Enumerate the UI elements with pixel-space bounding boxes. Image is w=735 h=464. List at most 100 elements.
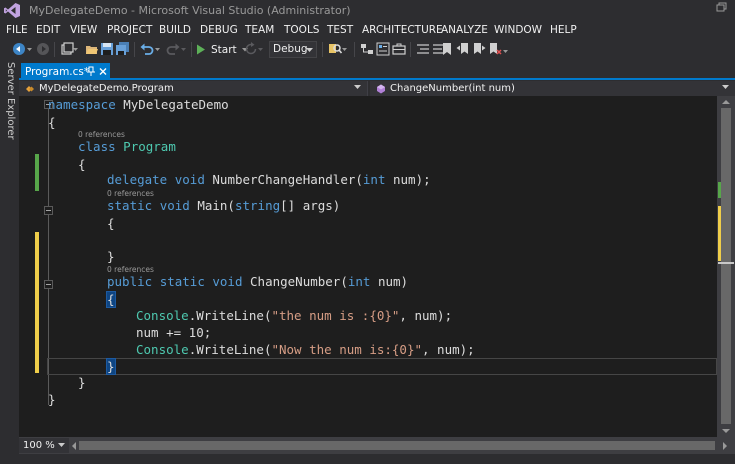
standard-toolbar: Start Debug	[0, 39, 735, 60]
collapse-main-toggle[interactable]	[44, 206, 53, 215]
class-icon	[26, 85, 34, 92]
scroll-left-icon[interactable]	[71, 442, 77, 450]
menu-architecture[interactable]: ARCHITECTURE	[362, 24, 443, 36]
chevron-down-icon	[58, 443, 65, 447]
redo-icon[interactable]	[166, 42, 180, 56]
refresh-icon[interactable]	[244, 42, 258, 56]
server-explorer-tab[interactable]: Server Explorer	[2, 62, 16, 142]
chevron-down-icon	[354, 85, 361, 89]
menu-project[interactable]: PROJECT	[107, 24, 152, 36]
code-line-6: static void Main(string[] args)	[107, 198, 341, 213]
member-scope-dropdown[interactable]: ChangeNumber(int num)	[370, 81, 735, 96]
code-line-12: num += 10;	[136, 325, 212, 340]
menu-file[interactable]: FILE	[6, 24, 28, 36]
codelens-references[interactable]: 0 references	[78, 130, 125, 139]
scroll-change-marker	[718, 182, 721, 198]
object-browser-icon[interactable]	[376, 42, 390, 56]
menu-window[interactable]: WINDOW	[494, 24, 542, 36]
code-line-8: }	[107, 249, 115, 264]
solution-configuration-dropdown[interactable]: Debug	[269, 41, 317, 58]
menu-bar: FILE EDIT VIEW PROJECT BUILD DEBUG TEAM …	[0, 21, 735, 39]
code-line-5: delegate void NumberChangeHandler(int nu…	[107, 172, 431, 187]
toggle-bookmark-icon[interactable]	[440, 42, 454, 56]
previous-bookmark-icon[interactable]	[456, 42, 470, 56]
pin-tab-icon[interactable]	[86, 66, 96, 77]
chevron-down-icon	[722, 85, 729, 89]
scroll-up-icon[interactable]	[722, 99, 730, 105]
menu-help[interactable]: HELP	[550, 24, 577, 36]
window-title: MyDelegateDemo - Microsoft Visual Studio…	[29, 4, 351, 17]
code-line-9: public static void ChangeNumber(int num)	[107, 274, 409, 289]
vertical-scroll-thumb[interactable]	[721, 108, 731, 424]
member-scope-value: ChangeNumber(int num)	[390, 83, 515, 94]
code-line-13: Console.WriteLine("Now the num is:{0}", …	[136, 342, 475, 357]
close-tab-icon[interactable]	[98, 66, 108, 77]
menu-test[interactable]: TEST	[327, 24, 353, 36]
menu-debug[interactable]: DEBUG	[200, 24, 238, 36]
find-in-files-icon[interactable]	[328, 42, 342, 56]
refresh-dropdown-icon[interactable]	[258, 42, 264, 56]
tab-label: Program.cs*	[25, 65, 90, 78]
zoom-value: 100 %	[23, 440, 55, 451]
tab-program-cs[interactable]: Program.cs*	[21, 63, 110, 80]
new-project-dropdown-icon[interactable]	[73, 42, 79, 56]
chevron-down-icon	[306, 48, 313, 52]
new-project-icon[interactable]	[60, 42, 74, 56]
document-tab-well: Program.cs*	[19, 60, 735, 80]
zoom-level-dropdown[interactable]: 100 %	[19, 438, 69, 453]
toolbar-separator	[191, 42, 192, 57]
start-debugging-button[interactable]: Start	[196, 41, 249, 58]
menu-team[interactable]: TEAM	[245, 24, 274, 36]
undo-dropdown-icon[interactable]	[155, 42, 161, 56]
undo-icon[interactable]	[140, 42, 154, 56]
navigate-forward-icon[interactable]	[36, 42, 50, 56]
vertical-scrollbar[interactable]	[717, 96, 735, 437]
scroll-change-marker	[718, 206, 721, 261]
class-view-icon[interactable]	[360, 42, 374, 56]
code-line-7: {	[107, 216, 115, 231]
visual-studio-logo-icon	[4, 3, 20, 18]
code-line-10: {	[106, 291, 116, 308]
next-bookmark-icon[interactable]	[472, 42, 486, 56]
code-line-15: }	[78, 375, 86, 390]
current-line-highlight	[47, 358, 717, 375]
restore-window-icon[interactable]	[712, 2, 728, 16]
code-line-1: namespace MyDelegateDemo	[48, 97, 229, 112]
menu-view[interactable]: VIEW	[70, 24, 97, 36]
toolbar-separator	[410, 42, 411, 57]
menu-tools[interactable]: TOOLS	[284, 24, 319, 36]
save-all-icon[interactable]	[116, 42, 130, 56]
toolbar-options-icon[interactable]	[503, 42, 509, 56]
navigation-bar: MyDelegateDemo.Program ChangeNumber(int …	[19, 81, 735, 96]
class-scope-value: MyDelegateDemo.Program	[39, 83, 174, 94]
back-dropdown-icon[interactable]	[27, 42, 33, 56]
scroll-right-icon[interactable]	[722, 442, 728, 450]
menu-build[interactable]: BUILD	[159, 24, 191, 36]
horizontal-scroll-thumb[interactable]	[79, 441, 715, 450]
find-dropdown-icon[interactable]	[342, 42, 348, 56]
codelens-references[interactable]: 0 references	[107, 265, 154, 274]
redo-dropdown-icon[interactable]	[181, 42, 187, 56]
class-scope-dropdown[interactable]: MyDelegateDemo.Program	[19, 81, 368, 96]
collapse-changenumber-toggle[interactable]	[44, 280, 53, 289]
method-icon	[377, 84, 385, 93]
codelens-references[interactable]: 0 references	[107, 189, 154, 198]
comment-lines-icon[interactable]	[416, 42, 430, 56]
navigate-back-icon[interactable]	[12, 42, 26, 56]
code-line-14: }	[106, 358, 116, 375]
configuration-value: Debug	[273, 43, 308, 55]
toolbar-separator	[322, 42, 323, 57]
status-bar	[0, 454, 735, 464]
open-file-icon[interactable]	[85, 42, 99, 56]
toolbox-icon[interactable]	[392, 42, 406, 56]
save-icon[interactable]	[100, 42, 114, 56]
scroll-caret-marker	[718, 262, 734, 264]
title-bar: MyDelegateDemo - Microsoft Visual Studio…	[0, 0, 735, 21]
code-editor[interactable]: namespace MyDelegateDemo { 0 references …	[19, 96, 717, 437]
scroll-down-icon[interactable]	[722, 428, 730, 434]
menu-edit[interactable]: EDIT	[36, 24, 60, 36]
clear-bookmarks-icon[interactable]	[488, 42, 502, 56]
toolbar-separator	[134, 42, 135, 57]
menu-analyze[interactable]: ANALYZE	[441, 24, 488, 36]
toolbar-separator	[354, 42, 355, 57]
